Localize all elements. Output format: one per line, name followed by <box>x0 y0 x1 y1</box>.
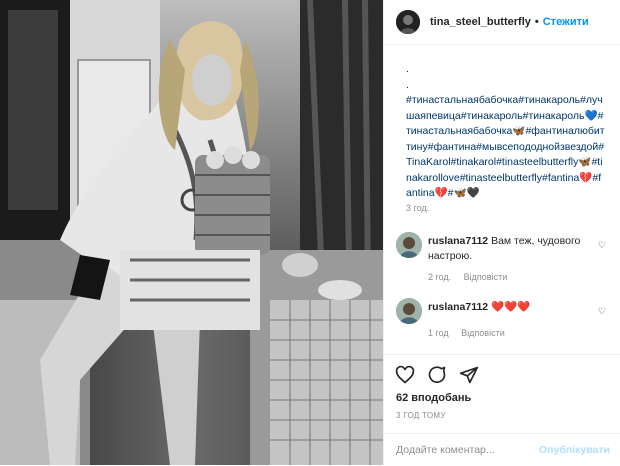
publish-button[interactable]: Опублікувати <box>539 444 610 456</box>
post-timestamp: 3 ГОД ТОМУ <box>396 411 446 420</box>
comment-time: 1 год <box>428 328 449 338</box>
comment-username[interactable]: ruslana7112 <box>428 235 488 247</box>
caption-hashtags[interactable]: #тинастальнаябабочка#тинакароль#лучшаяпе… <box>406 93 606 202</box>
comment-like-heart-icon[interactable]: ♡ <box>598 240 606 251</box>
share-icon[interactable] <box>458 364 480 386</box>
post-actions <box>394 364 480 386</box>
comment-time: 2 год. <box>428 272 452 282</box>
likes-count[interactable]: 62 вподобань <box>396 392 471 404</box>
comment-meta: 1 год Відповісти <box>428 328 515 338</box>
caption-time: 3 год. <box>406 203 430 213</box>
header-separator: • <box>534 16 539 28</box>
follow-button[interactable]: Стежити <box>543 16 589 28</box>
commenter-avatar-image <box>396 298 422 324</box>
comment-input[interactable]: Додайте коментар... <box>396 444 539 456</box>
comment-like-heart-icon[interactable]: ♡ <box>598 306 606 317</box>
avatar-image <box>396 10 420 34</box>
comment-text: ruslana7112 Вам теж, чудового настрою. <box>428 234 588 264</box>
commenter-avatar-image <box>396 232 422 258</box>
photo-image <box>0 0 383 465</box>
comment-text: ruslana7112 ❤️❤️❤️ <box>428 300 588 315</box>
instagram-post: tina_steel_butterfly • Стежити . . #тина… <box>0 0 620 465</box>
comment-body: ❤️❤️❤️ <box>491 301 531 313</box>
author-avatar[interactable] <box>396 10 420 34</box>
caption-dot: . <box>406 63 409 75</box>
reply-button[interactable]: Відповісти <box>464 272 508 282</box>
comment-icon[interactable] <box>426 364 448 386</box>
post-photo[interactable] <box>0 0 383 465</box>
actions-divider <box>384 354 620 355</box>
heart-icon[interactable] <box>394 364 416 386</box>
commenter-avatar[interactable] <box>396 298 422 324</box>
post-caption: . . #тинастальнаябабочка#тинакароль#лучш… <box>406 62 606 202</box>
comment-meta: 2 год. Відповісти <box>428 272 517 282</box>
post-sidebar: tina_steel_butterfly • Стежити . . #тина… <box>383 0 620 465</box>
post-header: tina_steel_butterfly • Стежити <box>384 0 620 45</box>
reply-button[interactable]: Відповісти <box>461 328 505 338</box>
caption-dot: . <box>406 78 409 91</box>
commenter-avatar[interactable] <box>396 232 422 258</box>
add-comment-bar: Додайте коментар... Опублікувати <box>384 433 620 466</box>
author-username[interactable]: tina_steel_butterfly <box>430 16 531 28</box>
comment-username[interactable]: ruslana7112 <box>428 301 488 313</box>
